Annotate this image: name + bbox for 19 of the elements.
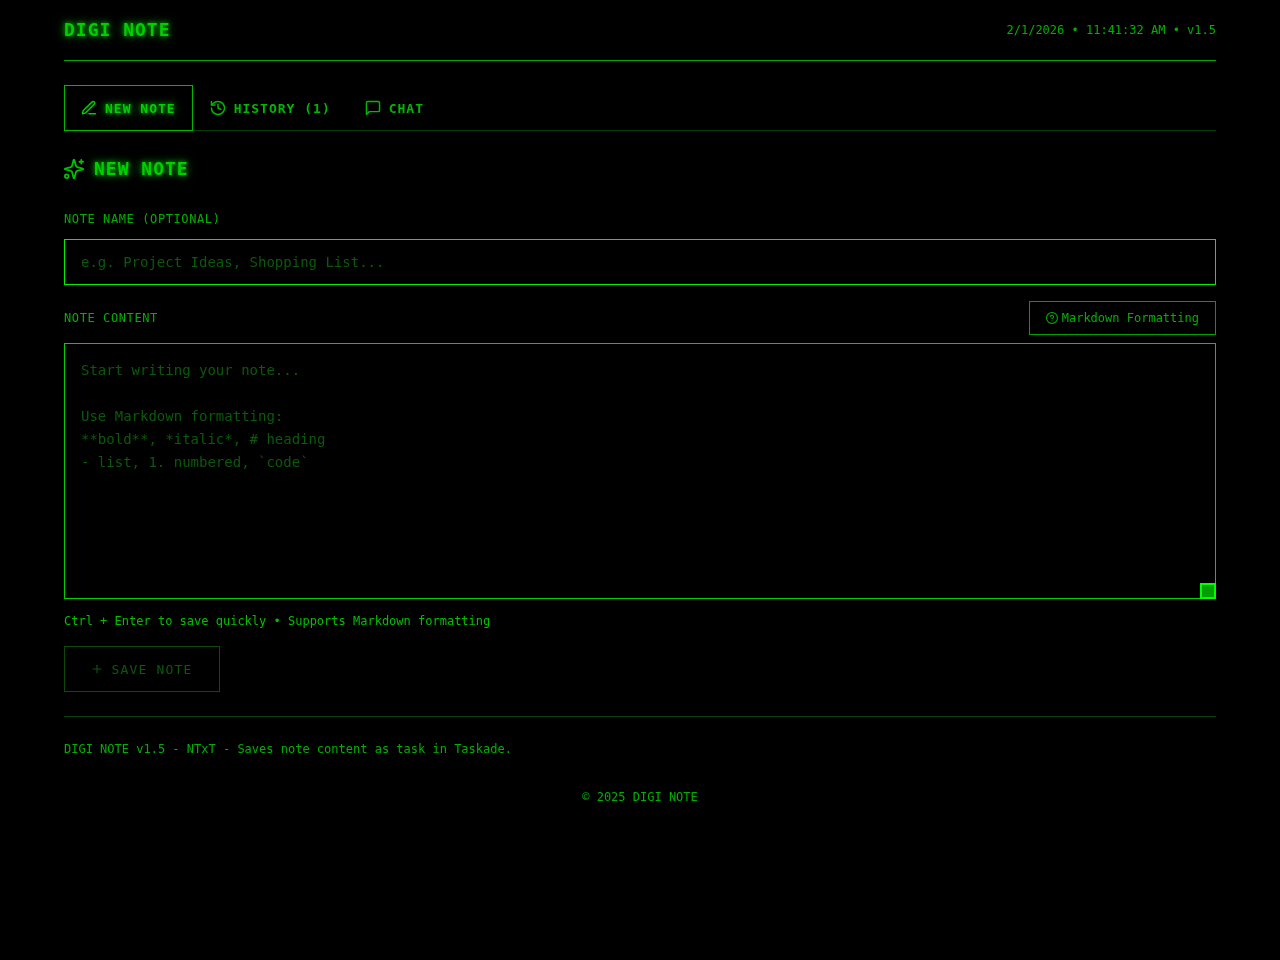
markdown-help-button[interactable]: Markdown Formatting: [1028, 301, 1216, 335]
tab[interactable]: HISTORY (1): [192, 85, 348, 131]
chat-bubble-icon: [364, 100, 381, 116]
field-label: NOTE NAME (OPTIONAL): [64, 211, 222, 227]
tab[interactable]: CHAT: [347, 85, 442, 131]
help-icon: [1045, 312, 1058, 324]
section-title: NEW NOTE: [94, 157, 189, 181]
status-text: 2/1/2026 • 11:41:32 AM • v1.5: [1006, 22, 1216, 38]
app-logo: DIGI NOTE: [64, 18, 171, 42]
copyright-text: © 2025 DIGI NOTE: [581, 789, 699, 805]
plus-icon: [91, 663, 104, 675]
note-name-field[interactable]: e.g. Project Ideas, Shopping List...: [64, 239, 1216, 285]
footer-text: DIGI NOTE v1.5 - NTxT - Saves note content as task in Taskade.: [64, 741, 513, 757]
tab[interactable]: NEW NOTE: [64, 85, 193, 131]
resize-handle[interactable]: [1200, 583, 1216, 599]
hint-text: Ctrl + Enter to save quickly • Supports Markdown formatting: [64, 613, 492, 629]
history-icon: [209, 100, 226, 116]
field-label: NOTE CONTENT: [64, 310, 158, 326]
note-content-field[interactable]: Start writing your note... Use Markdown formatting: **bold**, *italic*, # heading - list, 1. numbered, `code`: [64, 343, 1216, 599]
